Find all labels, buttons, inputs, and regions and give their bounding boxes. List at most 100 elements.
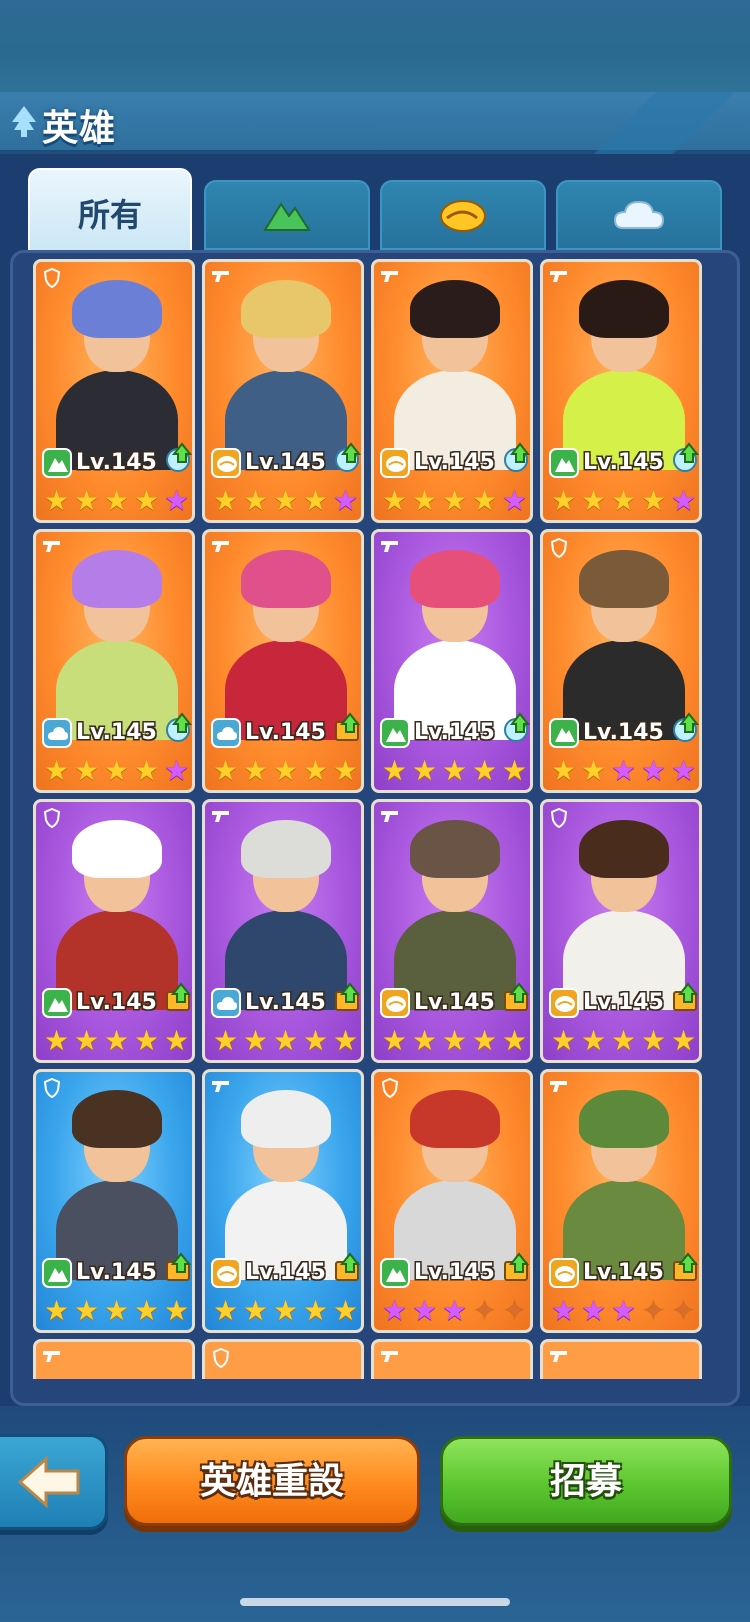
hero-card-partial[interactable] xyxy=(371,1339,533,1379)
star-icon: ★ xyxy=(640,484,667,517)
hero-card[interactable]: Lv.145 ★ ★ ★ ★ ★ xyxy=(540,529,702,793)
hero-reset-button[interactable]: 英雄重設 xyxy=(124,1436,420,1526)
star-icon: ★ xyxy=(43,1024,70,1057)
hero-card[interactable]: Lv.145 ★ ★ ★ ★ ★ xyxy=(202,259,364,523)
star-rating: ★ ★ ★ ★ ★ xyxy=(549,486,699,516)
mountain-element-icon xyxy=(549,718,579,748)
star-icon: ★ xyxy=(302,1024,329,1057)
hero-level: Lv.145 xyxy=(583,450,664,475)
sand-element-icon xyxy=(380,448,410,478)
hero-card[interactable]: Lv.145 ★ ★ ★ ★ ★ xyxy=(33,1069,195,1333)
star-rating: ★ ★ ★ ★ ★ xyxy=(42,1026,192,1056)
star-icon: ★ xyxy=(133,1024,160,1057)
star-icon: ★ xyxy=(272,754,299,787)
element-up-icon[interactable] xyxy=(164,712,192,744)
hero-portrait xyxy=(374,262,530,470)
star-rating: ★ ★ ★ ★ ★ xyxy=(211,1026,361,1056)
hero-card-partial[interactable] xyxy=(33,1339,195,1379)
element-up-icon[interactable] xyxy=(164,442,192,474)
hero-card[interactable]: Lv.145 ★ ★ ★ ★ ★ xyxy=(371,529,533,793)
hero-portrait xyxy=(205,262,361,470)
element-up-icon[interactable] xyxy=(333,442,361,474)
hero-card[interactable]: Lv.145 ★ ★ ★ ★ ★ xyxy=(202,1069,364,1333)
hero-level: Lv.145 xyxy=(76,1260,157,1285)
recruit-button[interactable]: 招募 xyxy=(440,1436,732,1526)
star-rating: ★ ★ ★ ★ ★ xyxy=(211,756,361,786)
star-icon: ★ xyxy=(640,1024,667,1057)
star-icon: ★ xyxy=(163,1294,190,1327)
star-icon: ★ xyxy=(411,1024,438,1057)
star-icon: ★ xyxy=(381,1294,408,1327)
mountain-element-icon xyxy=(549,448,579,478)
gun-icon xyxy=(549,1078,569,1098)
gun-icon xyxy=(549,268,569,288)
star-icon: ★ xyxy=(670,1024,697,1057)
star-icon: ✦ xyxy=(502,1294,527,1327)
star-icon: ★ xyxy=(212,484,239,517)
top-banner xyxy=(0,0,750,92)
book-up-icon[interactable] xyxy=(333,982,361,1014)
shield-icon xyxy=(211,1347,231,1369)
star-rating: ★ ★ ★ ✦ ✦ xyxy=(380,1296,530,1326)
tab-sand[interactable] xyxy=(380,180,546,250)
hero-card-partial[interactable] xyxy=(540,1339,702,1379)
hero-card[interactable]: Lv.145 ★ ★ ★ ✦ ✦ xyxy=(540,1069,702,1333)
hero-card[interactable]: Lv.145 ★ ★ ★ ★ ★ xyxy=(371,799,533,1063)
star-icon: ★ xyxy=(441,1024,468,1057)
book-up-icon[interactable] xyxy=(502,982,530,1014)
star-icon: ★ xyxy=(501,484,528,517)
mountain-element-icon xyxy=(42,448,72,478)
hero-portrait xyxy=(374,802,530,1010)
star-icon: ★ xyxy=(441,754,468,787)
hero-portrait xyxy=(205,802,361,1010)
star-icon: ★ xyxy=(332,484,359,517)
element-up-icon[interactable] xyxy=(502,712,530,744)
element-up-icon[interactable] xyxy=(502,442,530,474)
hero-card-partial[interactable] xyxy=(202,1339,364,1379)
book-up-icon[interactable] xyxy=(671,1252,699,1284)
hero-card[interactable]: Lv.145 ★ ★ ★ ★ ★ xyxy=(371,259,533,523)
hero-level: Lv.145 xyxy=(414,720,495,745)
star-icon: ★ xyxy=(441,484,468,517)
hero-card[interactable]: Lv.145 ★ ★ ★ ★ ★ xyxy=(540,799,702,1063)
star-icon: ★ xyxy=(610,1024,637,1057)
tab-all[interactable]: 所有 xyxy=(28,168,192,252)
star-icon: ★ xyxy=(411,754,438,787)
back-button[interactable] xyxy=(0,1434,108,1530)
home-indicator[interactable] xyxy=(240,1598,510,1606)
star-icon: ★ xyxy=(332,754,359,787)
hero-portrait xyxy=(543,802,699,1010)
book-up-icon[interactable] xyxy=(164,1252,192,1284)
star-icon: ★ xyxy=(212,754,239,787)
hero-card[interactable]: Lv.145 ★ ★ ★ ✦ ✦ xyxy=(371,1069,533,1333)
star-icon: ★ xyxy=(501,1024,528,1057)
hero-card[interactable]: Lv.145 ★ ★ ★ ★ ★ xyxy=(202,529,364,793)
hero-card[interactable]: Lv.145 ★ ★ ★ ★ ★ xyxy=(33,529,195,793)
book-up-icon[interactable] xyxy=(502,1252,530,1284)
star-icon: ★ xyxy=(550,754,577,787)
star-icon: ★ xyxy=(471,754,498,787)
cloud-element-icon xyxy=(211,988,241,1018)
hero-card[interactable]: Lv.145 ★ ★ ★ ★ ★ xyxy=(540,259,702,523)
page-title: 英雄 xyxy=(42,108,117,149)
star-icon: ★ xyxy=(103,1294,130,1327)
element-up-icon[interactable] xyxy=(671,712,699,744)
book-up-icon[interactable] xyxy=(164,982,192,1014)
book-up-icon[interactable] xyxy=(333,1252,361,1284)
book-up-icon[interactable] xyxy=(333,712,361,744)
hero-card[interactable]: Lv.145 ★ ★ ★ ★ ★ xyxy=(33,259,195,523)
shield-icon xyxy=(42,1077,62,1099)
star-icon: ★ xyxy=(242,1024,269,1057)
hero-card[interactable]: Lv.145 ★ ★ ★ ★ ★ xyxy=(202,799,364,1063)
tree-icon xyxy=(12,106,36,137)
star-icon: ★ xyxy=(163,754,190,787)
hero-level: Lv.145 xyxy=(245,990,326,1015)
tab-mountain[interactable] xyxy=(204,180,370,250)
book-up-icon[interactable] xyxy=(671,982,699,1014)
sand-element-icon xyxy=(440,200,486,232)
hero-portrait xyxy=(36,262,192,470)
tab-cloud[interactable] xyxy=(556,180,722,250)
hero-card[interactable]: Lv.145 ★ ★ ★ ★ ★ xyxy=(33,799,195,1063)
element-up-icon[interactable] xyxy=(671,442,699,474)
star-icon: ★ xyxy=(242,484,269,517)
